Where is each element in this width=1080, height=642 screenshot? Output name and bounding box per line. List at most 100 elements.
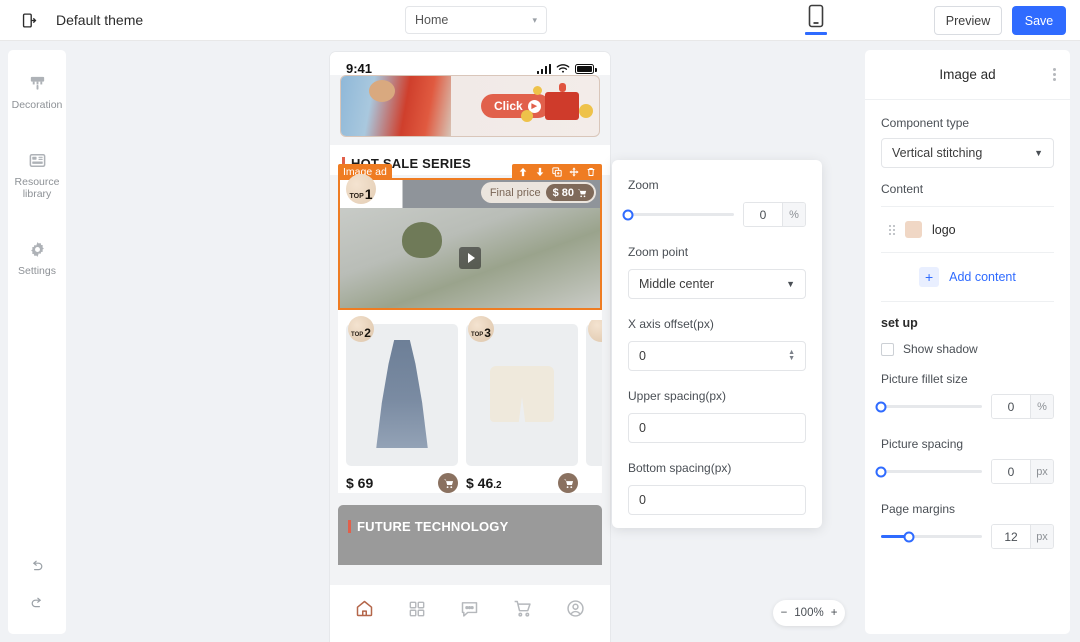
move-down-icon[interactable] (535, 167, 545, 177)
page-margins-knob[interactable] (903, 531, 915, 542)
zoom-point-select[interactable]: Middle center ▼ (628, 269, 806, 299)
duplicate-icon[interactable] (552, 167, 562, 177)
cart-icon (577, 188, 587, 198)
mobile-device-icon[interactable] (801, 4, 831, 41)
zoom-label: Zoom (628, 178, 659, 192)
play-icon[interactable] (459, 247, 481, 269)
picture-fillet-value-box[interactable]: 0 % (991, 394, 1054, 419)
delete-icon[interactable] (586, 167, 596, 177)
bottom-spacing-input[interactable]: 0 (628, 485, 806, 515)
product-price: $ 46.2 (466, 475, 502, 491)
show-shadow-checkbox-row[interactable]: Show shadow (881, 342, 1054, 356)
page-margins-track[interactable] (881, 531, 982, 542)
zoom-unit: % (782, 203, 805, 226)
plus-icon: + (919, 267, 940, 287)
final-price-pill[interactable]: Final price $ 80 (480, 182, 596, 203)
picture-spacing-knob[interactable] (875, 466, 887, 477)
add-content-label: Add content (949, 270, 1016, 284)
zoom-value-box[interactable]: 0 % (743, 202, 806, 227)
more-vertical-icon[interactable] (1053, 68, 1056, 81)
product-meta: $ 69 (346, 473, 458, 493)
tab-cart[interactable] (512, 598, 533, 619)
page-select[interactable]: Home ▾ (405, 6, 547, 34)
page-margins-label: Page margins (881, 502, 956, 516)
phone-preview-canvas: 9:41 Click ▶ HOT SALE SERIES Image ad TO… (330, 52, 610, 642)
content-item-name: logo (932, 222, 956, 237)
picture-fillet-track[interactable] (875, 401, 982, 412)
badge-rank: 2 (364, 326, 371, 340)
content-list-item[interactable]: logo (881, 206, 1054, 253)
product-image (346, 324, 458, 466)
top-rank-badge: TOP 1 (346, 174, 376, 204)
picture-spacing-value[interactable]: 0 (992, 460, 1030, 483)
sidebar-label-resource-library: Resource library (15, 176, 60, 200)
tab-home[interactable] (354, 598, 375, 619)
price-decimal: .2 (493, 480, 502, 491)
left-sidebar: Decoration Resource library Settings (8, 50, 66, 634)
tab-profile[interactable] (565, 598, 586, 619)
hero-top-strip: TOP 1 Final price $ 80 (340, 174, 600, 208)
badge-rank: 3 (484, 326, 491, 340)
wifi-icon (556, 63, 570, 74)
add-to-cart-button[interactable] (558, 473, 578, 493)
zoom-slider-track[interactable] (622, 209, 734, 220)
resource-line-2: library (22, 188, 52, 200)
right-properties-panel: Image ad Component type Vertical stitchi… (865, 50, 1070, 634)
add-content-button[interactable]: + Add content (881, 253, 1054, 302)
stepper-icon[interactable]: ▲ ▼ (788, 349, 795, 362)
hero-media[interactable] (340, 208, 600, 308)
chevron-down-icon: ▼ (786, 279, 795, 289)
product-card[interactable]: TOP 2 $ 69 (346, 316, 458, 493)
picture-fillet-value[interactable]: 0 (992, 395, 1030, 418)
component-type-select[interactable]: Vertical stitching ▼ (881, 138, 1054, 168)
zoom-in-button[interactable]: + (831, 607, 838, 619)
product-card[interactable]: TOP 3 $ 46.2 (466, 316, 578, 493)
page-margins-value[interactable]: 12 (992, 525, 1030, 548)
picture-fillet-slider-row: 0 % (875, 394, 1054, 419)
picture-spacing-value-box[interactable]: 0 px (991, 459, 1054, 484)
move-up-icon[interactable] (518, 167, 528, 177)
drag-move-icon[interactable] (569, 167, 579, 177)
zoom-slider-row: 0 % (622, 202, 806, 227)
sidebar-item-resource-library[interactable]: Resource library (8, 141, 66, 212)
exit-icon[interactable] (18, 9, 40, 31)
top-ad-banner[interactable]: Click ▶ (340, 75, 600, 137)
shorts-graphic (490, 366, 554, 422)
upper-spacing-input[interactable]: 0 (628, 413, 806, 443)
tab-category[interactable] (407, 599, 427, 619)
sidebar-item-settings[interactable]: Settings (8, 230, 66, 289)
badge-prefix: TOP (471, 332, 484, 338)
redo-icon[interactable] (29, 595, 45, 616)
selection-toolbar (512, 164, 602, 180)
page-select-value: Home (415, 13, 449, 27)
sidebar-item-decoration[interactable]: Decoration (8, 64, 66, 123)
future-technology-section[interactable]: FUTURE TECHNOLOGY (338, 505, 602, 565)
product-card-partial[interactable] (586, 320, 602, 493)
picture-spacing-track[interactable] (875, 466, 982, 477)
zoom-value[interactable]: 0 (744, 203, 782, 226)
undo-icon[interactable] (29, 558, 45, 579)
add-to-cart-button[interactable] (438, 473, 458, 493)
bottom-spacing-label: Bottom spacing(px) (628, 461, 732, 475)
right-panel-header: Image ad (865, 50, 1070, 100)
drag-handle-icon[interactable] (889, 224, 895, 235)
page-margins-value-box[interactable]: 12 px (991, 524, 1054, 549)
show-shadow-checkbox[interactable] (881, 342, 894, 356)
preview-button[interactable]: Preview (934, 6, 1002, 35)
price-whole: $ 46 (466, 475, 494, 491)
gift-box (545, 83, 579, 120)
section-accent-bar (348, 520, 351, 533)
top-rank-badge: TOP 2 (348, 316, 374, 342)
chevron-down-icon: ▾ (532, 14, 537, 25)
zoom-level-value: 100% (794, 607, 824, 619)
picture-spacing-slider-row: 0 px (875, 459, 1054, 484)
selected-component-image-ad[interactable]: Image ad TOP 1 Final price $ 80 (338, 164, 602, 310)
zoom-out-button[interactable]: − (781, 607, 788, 619)
phone-body: Click ▶ HOT SALE SERIES Image ad TOP 1 F… (330, 75, 610, 632)
zoom-slider-knob[interactable] (622, 209, 634, 220)
save-button[interactable]: Save (1012, 6, 1066, 35)
x-axis-offset-input[interactable]: 0 ▲ ▼ (628, 341, 806, 371)
picture-fillet-knob[interactable] (875, 401, 887, 412)
price-value: $ 80 (552, 186, 574, 199)
tab-chat[interactable] (459, 598, 480, 619)
